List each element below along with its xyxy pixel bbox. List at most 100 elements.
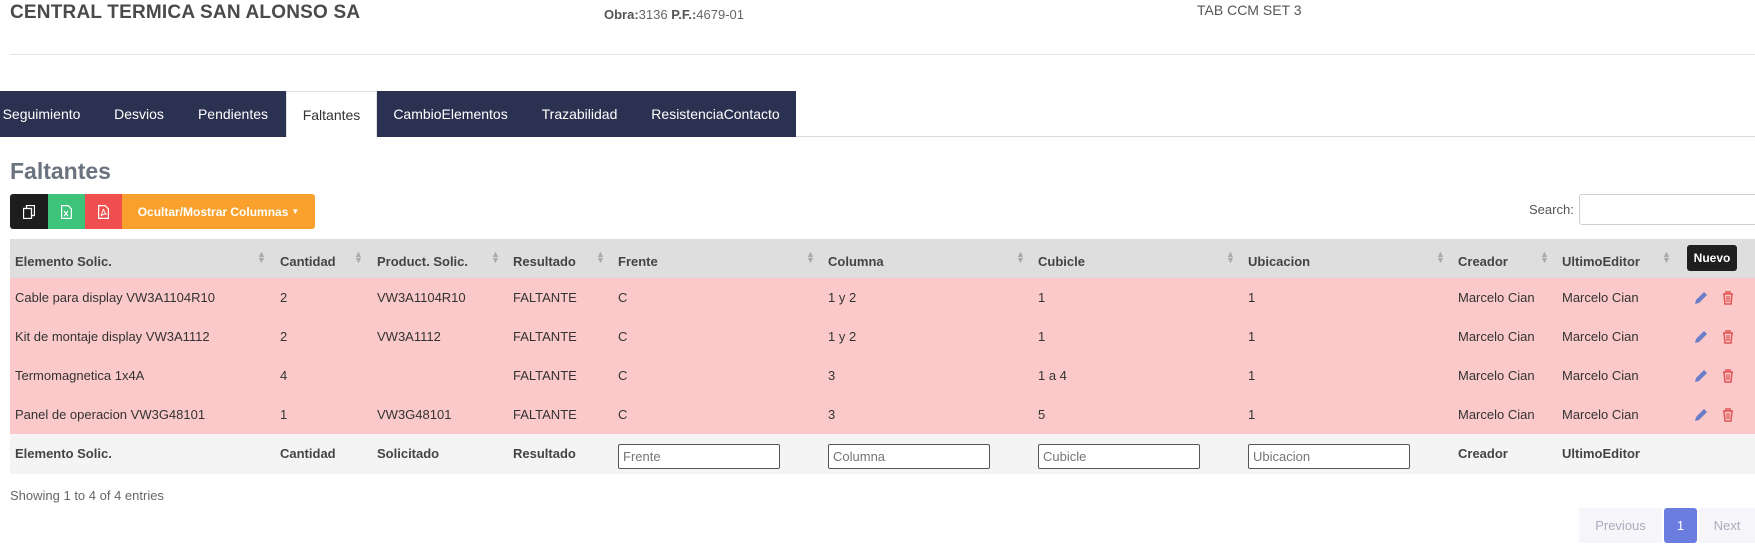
col-elemento[interactable]: Elemento Solic. — [15, 254, 112, 269]
cell-product: VW3A1112 — [377, 329, 441, 344]
trash-icon[interactable] — [1720, 368, 1736, 384]
col-resultado[interactable]: Resultado — [513, 254, 576, 269]
excel-button[interactable] — [48, 194, 85, 229]
footer-creador: Creador — [1458, 446, 1508, 461]
nuevo-button[interactable]: Nuevo — [1687, 245, 1737, 271]
table-info: Showing 1 to 4 of 4 entries — [10, 488, 164, 503]
pagination-previous[interactable]: Previous — [1579, 508, 1662, 543]
tab-desvios[interactable]: Desvios — [98, 91, 180, 137]
search-input[interactable] — [1579, 194, 1755, 225]
cell-product: VW3A1104R10 — [377, 290, 466, 305]
obra-info: Obra:3136 P.F.:4679-01 — [604, 7, 744, 22]
cell-ultimoeditor: Marcelo Cian — [1562, 329, 1639, 344]
trash-icon[interactable] — [1720, 329, 1736, 345]
excel-icon — [61, 204, 72, 219]
table-footer-row: Elemento Solic. Cantidad Solicitado Resu… — [10, 434, 1755, 474]
col-frente[interactable]: Frente — [618, 254, 658, 269]
cell-ubicacion: 1 — [1248, 290, 1256, 305]
sort-icon: ▲ ▼ — [1540, 249, 1549, 265]
tab-bar: Seguimiento Desvios Pendientes Faltantes… — [0, 91, 796, 137]
sort-icon: ▲ ▼ — [257, 249, 266, 265]
cell-frente: C — [618, 290, 628, 305]
cell-columna: 3 — [828, 368, 836, 383]
tab-seguimiento[interactable]: Seguimiento — [0, 91, 98, 137]
search-label: Search: — [1529, 202, 1574, 217]
cell-frente: C — [618, 329, 628, 344]
company-name: CENTRAL TERMICA SAN ALONSO SA — [10, 2, 361, 23]
pencil-icon[interactable] — [1693, 290, 1709, 306]
copy-button[interactable] — [10, 194, 48, 229]
cell-elemento: Kit de montaje display VW3A1112 — [15, 329, 210, 344]
table-row[interactable]: Panel de operacion VW3G48101 1 VW3G48101… — [10, 395, 1755, 434]
toggle-columns-label: Ocultar/Mostrar Columnas — [137, 204, 289, 219]
cell-cubicle: 5 — [1038, 407, 1046, 422]
cell-ultimoeditor: Marcelo Cian — [1562, 290, 1639, 305]
cell-product: VW3G48101 — [377, 407, 452, 422]
tab-cambioelementos[interactable]: CambioElementos — [377, 91, 524, 137]
sort-icon: ▲ ▼ — [806, 249, 815, 265]
filter-frente-input[interactable] — [618, 444, 780, 469]
cell-creador: Marcelo Cian — [1458, 290, 1535, 305]
tab-pendientes[interactable]: Pendientes — [180, 91, 286, 137]
pencil-icon[interactable] — [1693, 368, 1709, 384]
obra-label: Obra: — [604, 7, 639, 22]
tab-faltantes[interactable]: Faltantes — [286, 91, 377, 137]
pagination-next[interactable]: Next — [1699, 508, 1755, 543]
header-divider — [10, 54, 1755, 55]
cell-creador: Marcelo Cian — [1458, 329, 1535, 344]
sort-icon: ▲ ▼ — [491, 249, 500, 265]
cell-creador: Marcelo Cian — [1458, 368, 1535, 383]
footer-cantidad: Cantidad — [280, 446, 336, 461]
cell-ubicacion: 1 — [1248, 329, 1256, 344]
footer-solicitado: Solicitado — [377, 446, 440, 461]
pagination-page-1[interactable]: 1 — [1664, 508, 1697, 543]
col-product[interactable]: Product. Solic. — [377, 254, 468, 269]
col-ubicacion[interactable]: Ubicacion — [1248, 254, 1310, 269]
cell-ubicacion: 1 — [1248, 407, 1256, 422]
cell-frente: C — [618, 407, 628, 422]
obra-value: 3136 — [638, 7, 668, 22]
table-row[interactable]: Kit de montaje display VW3A1112 2 VW3A11… — [10, 317, 1755, 356]
cell-elemento: Termomagnetica 1x4A — [15, 368, 145, 383]
cell-elemento: Panel de operacion VW3G48101 — [15, 407, 206, 422]
col-cantidad[interactable]: Cantidad — [280, 254, 336, 269]
sort-icon: ▲ ▼ — [1016, 249, 1025, 265]
col-ultimoeditor[interactable]: UltimoEditor — [1562, 254, 1640, 269]
cell-resultado: FALTANTE — [513, 368, 577, 383]
footer-ultimoeditor: UltimoEditor — [1562, 446, 1640, 461]
filter-ubicacion-input[interactable] — [1248, 444, 1410, 469]
cell-cantidad: 2 — [280, 329, 288, 344]
cell-frente: C — [618, 368, 628, 383]
table-header-row: Elemento Solic. ▲ ▼ Cantidad ▲ ▼ Product. … — [10, 239, 1755, 278]
pf-value: 4679-01 — [696, 7, 744, 22]
pencil-icon[interactable] — [1693, 407, 1709, 423]
pdf-button[interactable] — [85, 194, 122, 229]
trash-icon[interactable] — [1720, 407, 1736, 423]
col-columna[interactable]: Columna — [828, 254, 884, 269]
tab-resistenciacontacto[interactable]: ResistenciaContacto — [635, 91, 796, 137]
cell-cantidad: 4 — [280, 368, 288, 383]
cell-cubicle: 1 — [1038, 329, 1046, 344]
cell-cantidad: 2 — [280, 290, 288, 305]
filter-columna-input[interactable] — [828, 444, 990, 469]
filter-cubicle-input[interactable] — [1038, 444, 1200, 469]
toggle-columns-button[interactable]: Ocultar/Mostrar Columnas ▼ — [122, 194, 315, 229]
tab-trazabilidad[interactable]: Trazabilidad — [524, 91, 635, 137]
cell-columna: 1 y 2 — [828, 329, 857, 344]
footer-elemento: Elemento Solic. — [15, 446, 112, 461]
sort-icon: ▲ ▼ — [1436, 249, 1445, 265]
pf-label: P.F.: — [671, 7, 697, 22]
cell-creador: Marcelo Cian — [1458, 407, 1535, 422]
cell-resultado: FALTANTE — [513, 290, 577, 305]
pencil-icon[interactable] — [1693, 329, 1709, 345]
table-row[interactable]: Termomagnetica 1x4A 4 FALTANTE C 3 1 a 4… — [10, 356, 1755, 395]
trash-icon[interactable] — [1720, 290, 1736, 306]
col-creador[interactable]: Creador — [1458, 254, 1508, 269]
col-cubicle[interactable]: Cubicle — [1038, 254, 1085, 269]
table-row[interactable]: Cable para display VW3A1104R10 2 VW3A110… — [10, 278, 1755, 317]
cell-cantidad: 1 — [280, 407, 288, 422]
cell-columna: 1 y 2 — [828, 290, 857, 305]
sort-icon: ▲ ▼ — [1662, 249, 1671, 265]
cell-cubicle: 1 a 4 — [1038, 368, 1067, 383]
footer-resultado: Resultado — [513, 446, 576, 461]
